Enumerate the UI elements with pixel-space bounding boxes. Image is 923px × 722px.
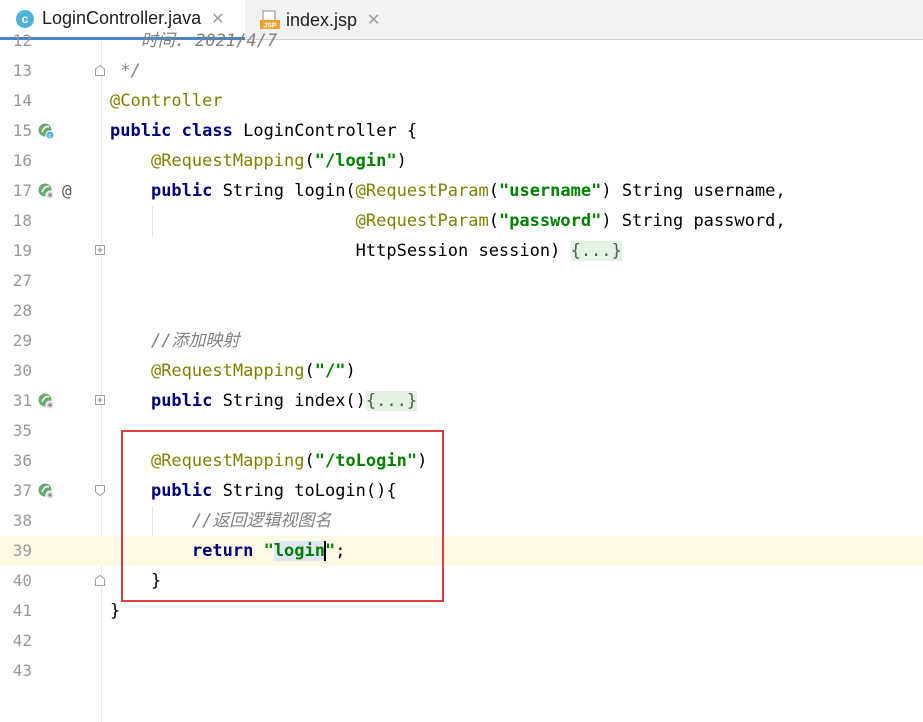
- line-number: 15: [12, 121, 32, 140]
- code-line-16[interactable]: 16 @RequestMapping("/login"): [0, 146, 923, 176]
- fold-end-icon[interactable]: [95, 575, 105, 586]
- folded-code-region[interactable]: {...}: [570, 241, 622, 261]
- code-token: HttpSession session): [355, 241, 571, 261]
- code-text: 时间: 2021/4/7: [110, 31, 278, 51]
- line-number: 43: [12, 661, 32, 680]
- string-token: "/": [314, 361, 346, 381]
- string-token: "password": [498, 211, 602, 231]
- code-token: LoginController {: [232, 121, 418, 141]
- comment-token: //添加映射: [150, 331, 240, 351]
- line-number: 42: [12, 631, 32, 650]
- code-text: //添加映射: [110, 326, 239, 356]
- line-number: 28: [12, 301, 32, 320]
- line-number: 16: [12, 151, 32, 170]
- annotation-token: @Controller: [110, 91, 223, 111]
- code-line-19[interactable]: 19 HttpSession session) {...}: [0, 236, 923, 266]
- code-line-14[interactable]: 14 @Controller: [0, 86, 923, 116]
- code-line-31[interactable]: 31 public String index(){...}: [0, 386, 923, 416]
- highlight-annotation-box: [121, 430, 444, 602]
- code-line-30[interactable]: 30 @RequestMapping("/"): [0, 356, 923, 386]
- code-line-43[interactable]: 43: [0, 656, 923, 686]
- code-text: public String login(@RequestParam("usern…: [110, 176, 786, 206]
- java-class-icon: c: [16, 9, 34, 28]
- line-number: 39: [12, 541, 32, 560]
- spring-mapping-icon[interactable]: [38, 393, 54, 409]
- line-number: 14: [12, 91, 32, 110]
- string-token: "/login": [314, 151, 397, 171]
- line-number: 36: [12, 451, 32, 470]
- code-line-27[interactable]: 27: [0, 266, 923, 296]
- keyword-token: public: [150, 181, 213, 201]
- code-line-17[interactable]: 17 @ public String login(@RequestParam("…: [0, 176, 923, 206]
- spring-mapping-icon[interactable]: [38, 183, 54, 199]
- code-token: ): [601, 211, 612, 231]
- line-number: 17: [12, 181, 32, 200]
- code-token: (: [488, 181, 499, 201]
- line-number: 13: [12, 61, 32, 80]
- code-text: @RequestParam("password") String passwor…: [110, 206, 786, 236]
- fold-expand-icon[interactable]: [95, 245, 105, 256]
- code-line-29[interactable]: 29 //添加映射: [0, 326, 923, 356]
- line-number: 27: [12, 271, 32, 290]
- code-token: ): [396, 151, 407, 171]
- fold-expand-icon[interactable]: [95, 395, 105, 406]
- code-text: HttpSession session) {...}: [110, 236, 622, 266]
- code-token: String password,: [611, 211, 786, 231]
- code-text: @RequestMapping("/login"): [110, 146, 407, 176]
- keyword-token: public: [110, 121, 172, 141]
- code-text: public class LoginController {: [110, 116, 417, 146]
- line-number: 29: [12, 331, 32, 350]
- line-number: 30: [12, 361, 32, 380]
- line-number: 35: [12, 421, 32, 440]
- code-token: ): [345, 361, 356, 381]
- annotation-token: @RequestMapping: [150, 361, 305, 381]
- line-number: 38: [12, 511, 32, 530]
- fold-end-icon[interactable]: [95, 65, 105, 76]
- code-token: ): [601, 181, 612, 201]
- svg-text:c: c: [49, 133, 52, 139]
- keyword-token: public: [150, 391, 213, 411]
- annotation-token: @RequestParam: [355, 181, 489, 201]
- code-line-28[interactable]: 28: [0, 296, 923, 326]
- code-line-42[interactable]: 42: [0, 626, 923, 656]
- line-number: 41: [12, 601, 32, 620]
- spring-bean-icon[interactable]: c: [38, 123, 54, 139]
- code-line-18[interactable]: 18 @RequestParam("password") String pass…: [0, 206, 923, 236]
- line-number: 19: [12, 241, 32, 260]
- code-text: public String index(){...}: [110, 386, 418, 416]
- code-text: */: [110, 61, 141, 81]
- code-token: String username,: [611, 181, 786, 201]
- annotation-gutter-icon[interactable]: @: [62, 176, 72, 206]
- line-number: 40: [12, 571, 32, 590]
- fold-collapse-icon[interactable]: [95, 485, 105, 496]
- line-number: 18: [12, 211, 32, 230]
- code-token: String index(): [212, 391, 366, 411]
- code-line-13[interactable]: 13 */: [0, 56, 923, 86]
- code-token: }: [110, 601, 121, 621]
- code-token: (: [304, 361, 315, 381]
- code-token: String login(: [212, 181, 356, 201]
- folded-code-region[interactable]: {...}: [365, 391, 418, 411]
- string-token: "username": [498, 181, 602, 201]
- spring-mapping-icon[interactable]: [38, 483, 54, 499]
- code-token: (: [488, 211, 499, 231]
- line-number: 37: [12, 481, 32, 500]
- code-text: }: [110, 596, 120, 626]
- annotation-token: @RequestMapping: [150, 151, 305, 171]
- code-text: @RequestMapping("/"): [110, 356, 356, 386]
- annotation-token: @RequestParam: [355, 211, 489, 231]
- code-line-12[interactable]: 12 时间: 2021/4/7: [0, 26, 923, 56]
- line-number: 12: [12, 31, 32, 50]
- keyword-token: class: [181, 121, 233, 141]
- code-line-15[interactable]: 15 c public class LoginController {: [0, 116, 923, 146]
- code-text: @Controller: [110, 86, 223, 116]
- line-number: 31: [12, 391, 32, 410]
- code-token: (: [304, 151, 315, 171]
